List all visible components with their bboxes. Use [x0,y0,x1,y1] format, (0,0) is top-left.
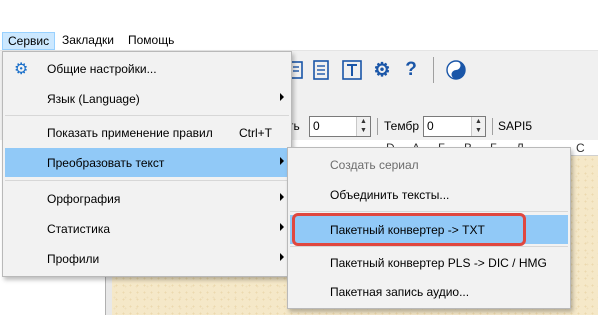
menubar: Сервис Закладки Помощь [0,31,598,51]
highlight-outline [292,213,526,246]
column-header: C [576,141,585,155]
menu-item-statistics[interactable]: Статистика [5,214,289,243]
yin-yang-icon[interactable] [445,58,467,82]
menu-item-label: Создать сериал [330,158,419,172]
document-list-icon[interactable] [310,58,332,82]
submenu-arrow-icon [280,223,284,231]
timbre-spinbox[interactable]: 0 ▲ ▼ [423,116,486,137]
controls-separator [492,118,493,135]
menu-item-label: Профили [47,252,100,266]
service-menu: ⚙ Общие настройки... Язык (Language) Пок… [2,51,292,277]
menu-item-shortcut: Ctrl+T [239,126,272,140]
menu-item-label: Преобразовать текст [47,156,165,170]
menu-item-profiles[interactable]: Профили [5,244,289,273]
menu-bookmarks[interactable]: Закладки [57,32,119,50]
rate-value: 0 [313,119,320,133]
menu-service[interactable]: Сервис [2,32,56,50]
timbre-label: Тембр [384,119,419,133]
submenu-arrow-icon [280,193,284,201]
submenu-item-batch-converter-pls[interactable]: Пакетный конвертер PLS -> DIC / HMG [290,248,568,277]
menu-separator [290,246,568,247]
menu-separator [5,115,289,116]
menu-item-label: Пакетная запись аудио... [330,285,470,299]
text-t-icon[interactable] [341,58,363,82]
menu-item-label: Показать применение правил [47,126,213,140]
menu-item-label: Орфография [47,192,121,206]
submenu-item-create-serial: Создать сериал [290,150,568,179]
rate-spin-buttons[interactable]: ▲ ▼ [356,117,370,136]
gear-icon[interactable]: ⚙ [371,58,393,82]
menu-item-show-rules[interactable]: Показать применение правил Ctrl+T [5,118,289,147]
submenu-item-batch-audio[interactable]: Пакетная запись аудио... [290,277,568,306]
menu-item-label: Пакетный конвертер PLS -> DIC / HMG [330,256,547,270]
timbre-value: 0 [427,119,434,133]
rate-spinbox[interactable]: 0 ▲ ▼ [309,116,371,137]
menu-separator [5,180,289,181]
menu-item-label: Статистика [47,222,111,236]
window-top-strip [0,0,598,31]
menu-item-label: Язык (Language) [47,92,140,106]
menu-help[interactable]: Помощь [123,32,179,50]
toolbar-separator [433,57,434,83]
menu-separator [290,211,568,212]
menu-item-convert-text[interactable]: Преобразовать текст [5,148,289,177]
menu-item-spelling[interactable]: Орфография [5,184,289,213]
menu-item-label: Общие настройки... [47,62,157,76]
engine-label: SAPI5 [498,119,533,133]
submenu-arrow-icon [280,93,284,101]
timbre-spin-buttons[interactable]: ▲ ▼ [471,117,485,136]
submenu-arrow-icon [280,157,284,165]
submenu-item-merge-texts[interactable]: Объединить тексты... [290,180,568,209]
menu-item-general-settings[interactable]: ⚙ Общие настройки... [5,54,289,83]
gear-icon: ⚙ [14,61,29,78]
controls-separator [377,118,378,135]
submenu-arrow-icon [280,253,284,261]
menu-item-language[interactable]: Язык (Language) [5,84,289,113]
help-icon[interactable]: ? [400,58,422,82]
menu-item-label: Объединить тексты... [330,188,450,202]
